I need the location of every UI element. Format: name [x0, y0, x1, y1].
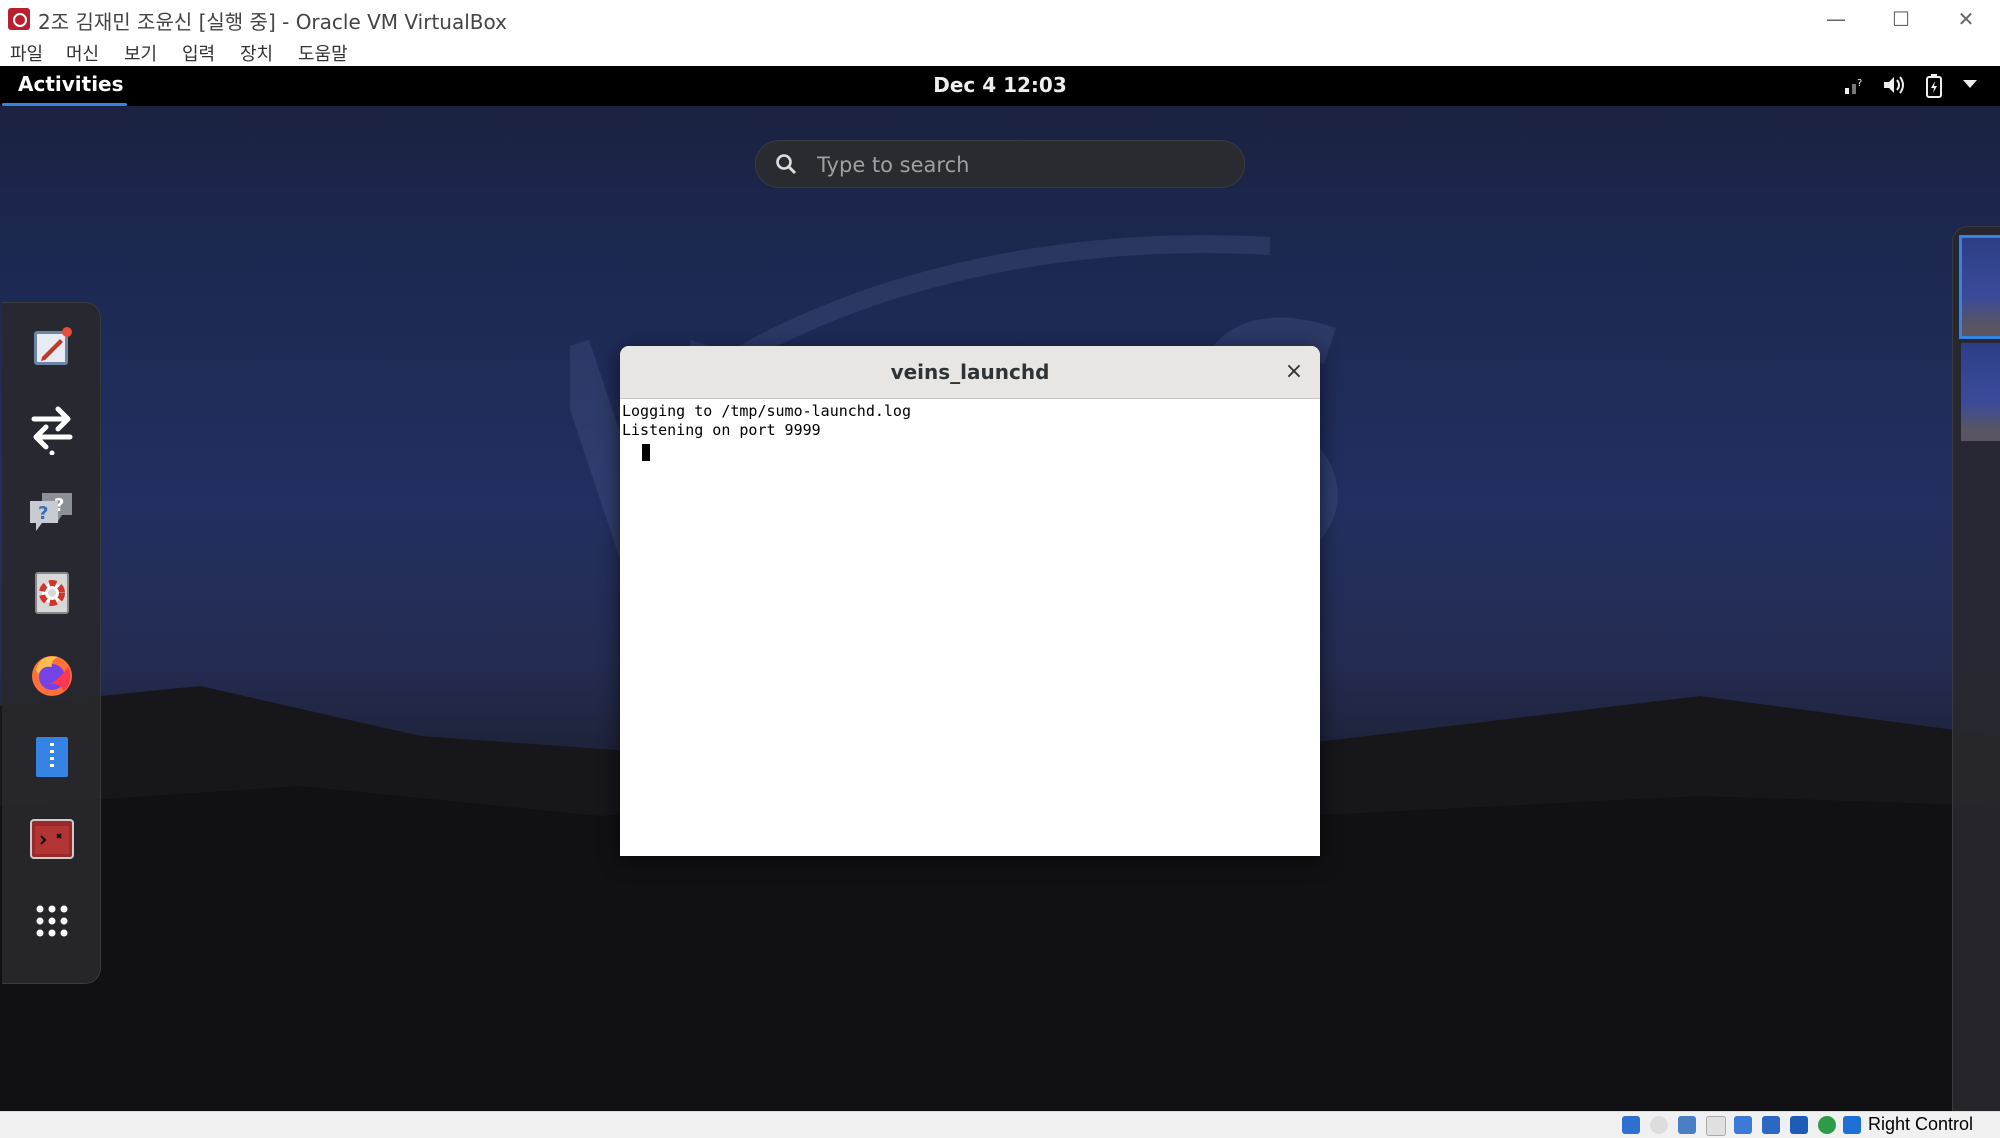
optical-drive-icon[interactable]	[1650, 1116, 1668, 1134]
workspace-2-thumbnail[interactable]	[1961, 343, 2000, 441]
capture-icon[interactable]	[1818, 1116, 1836, 1134]
terminal-header-bar[interactable]: veins_launchd ×	[620, 346, 1320, 399]
terminal-cursor	[642, 444, 650, 461]
gnome-top-bar: Activities Dec 4 12:03 ?	[0, 66, 2000, 106]
mouse-integration-icon[interactable]	[1843, 1116, 1861, 1134]
host-menu-bar: 파일 머신 보기 입력 장치 도움말	[0, 38, 2000, 66]
terminal-line: Listening on port 9999	[622, 421, 821, 439]
host-status-bar: Right Control	[0, 1111, 2000, 1138]
dash-dock: ??	[2, 302, 101, 984]
volume-icon[interactable]	[1882, 74, 1906, 98]
terminal-title: veins_launchd	[890, 360, 1050, 384]
transfer-arrows-icon[interactable]	[24, 401, 80, 457]
close-button[interactable]: ✕	[1935, 0, 1997, 38]
system-menu-arrow-icon[interactable]	[1958, 74, 1982, 98]
workspace-switcher	[1952, 226, 2000, 1111]
terminal-output[interactable]: Logging to /tmp/sumo-launchd.log Listeni…	[622, 402, 1312, 842]
virtualbox-app-icon	[8, 8, 30, 30]
menu-view[interactable]: 보기	[124, 40, 157, 66]
help-lifebuoy-icon[interactable]	[24, 565, 80, 621]
menu-input[interactable]: 입력	[182, 40, 215, 66]
maximize-button[interactable]: ☐	[1870, 0, 1932, 38]
hard-disk-icon[interactable]	[1622, 1116, 1640, 1134]
display-icon[interactable]	[1790, 1116, 1808, 1134]
shared-folders-icon[interactable]	[1762, 1116, 1780, 1134]
host-title-bar: 2조 김재민 조윤신 [실행 중] - Oracle VM VirtualBox…	[0, 0, 2000, 38]
help-chat-icon[interactable]: ??	[24, 483, 80, 539]
activities-indicator	[2, 103, 127, 106]
search-input[interactable]	[815, 150, 1219, 180]
menu-machine[interactable]: 머신	[66, 40, 99, 66]
menu-file[interactable]: 파일	[10, 40, 43, 66]
svg-text:?: ?	[38, 503, 48, 524]
terminal-line: Logging to /tmp/sumo-launchd.log	[622, 402, 911, 420]
network-icon[interactable]: ?	[1842, 74, 1866, 98]
terminal-close-button[interactable]: ×	[1280, 358, 1308, 386]
text-editor-icon[interactable]	[24, 319, 80, 375]
workspace-1-thumbnail[interactable]	[1959, 235, 2000, 339]
show-applications-icon[interactable]	[24, 893, 80, 949]
search-box[interactable]	[755, 140, 1245, 188]
guest-display[interactable]: Activities Dec 4 12:03 ? ??	[0, 66, 2000, 1111]
firefox-icon[interactable]	[24, 647, 80, 703]
menu-help[interactable]: 도움말	[298, 40, 348, 66]
search-icon	[776, 154, 797, 175]
battery-icon[interactable]	[1922, 74, 1946, 98]
menu-devices[interactable]: 장치	[240, 40, 273, 66]
document-viewer-icon[interactable]	[24, 729, 80, 785]
terminal-app-icon[interactable]	[24, 811, 80, 867]
minimize-button[interactable]: —	[1805, 0, 1867, 38]
host-window-title: 2조 김재민 조윤신 [실행 중] - Oracle VM VirtualBox	[38, 10, 507, 34]
terminal-window[interactable]: veins_launchd × Logging to /tmp/sumo-lau…	[620, 346, 1320, 856]
clock[interactable]: Dec 4 12:03	[0, 73, 2000, 97]
usb-icon[interactable]	[1734, 1116, 1752, 1134]
host-key-label: Right Control	[1868, 1114, 1974, 1134]
audio-icon[interactable]	[1678, 1116, 1696, 1134]
svg-text:?: ?	[1857, 78, 1862, 89]
network-adapter-icon[interactable]	[1706, 1116, 1726, 1136]
